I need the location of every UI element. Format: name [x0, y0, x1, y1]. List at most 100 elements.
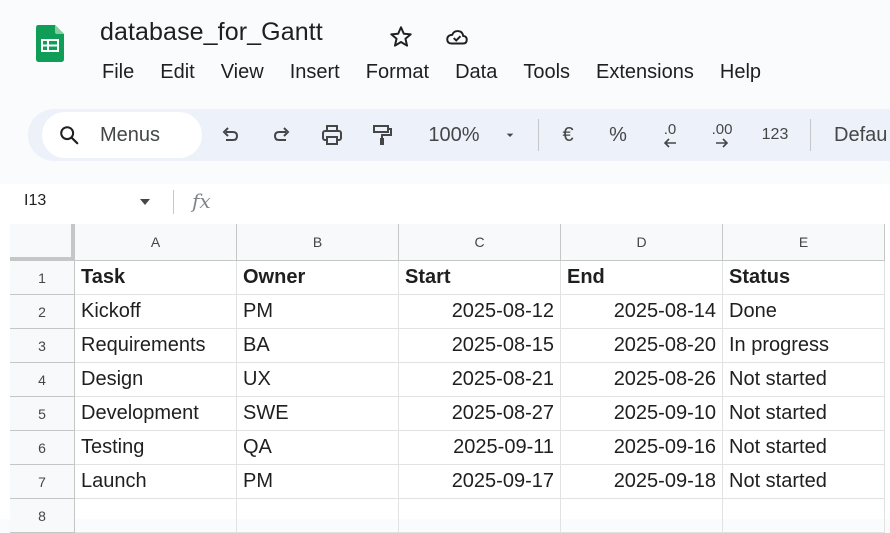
- cell-b8[interactable]: [237, 499, 399, 533]
- cell-e7[interactable]: Not started: [723, 465, 885, 499]
- undo-icon: [222, 127, 239, 141]
- toolbar-divider: [810, 119, 811, 151]
- cell-e3[interactable]: In progress: [723, 329, 885, 363]
- cell-c4[interactable]: 2025-08-21: [399, 363, 561, 397]
- increase-decimal-button[interactable]: .00: [704, 121, 740, 149]
- menu-help[interactable]: Help: [706, 56, 773, 88]
- font-family-select[interactable]: Defau: [834, 121, 890, 149]
- font-family-value: Defau: [834, 123, 888, 146]
- cell-c1[interactable]: Start: [399, 261, 561, 295]
- cell-a8[interactable]: [75, 499, 237, 533]
- cell-a3[interactable]: Requirements: [75, 329, 237, 363]
- cell-a2[interactable]: Kickoff: [75, 295, 237, 329]
- row-header-1[interactable]: 1: [10, 261, 75, 295]
- cell-c8[interactable]: [399, 499, 561, 533]
- cell-e2[interactable]: Done: [723, 295, 885, 329]
- row-header-8[interactable]: 8: [10, 499, 75, 533]
- menu-edit[interactable]: Edit: [146, 56, 206, 88]
- increase-decimal-label: .00: [711, 121, 733, 138]
- row-header-6[interactable]: 6: [10, 431, 75, 465]
- menu-data[interactable]: Data: [441, 56, 509, 88]
- row-header-2[interactable]: 2: [10, 295, 75, 329]
- print-button[interactable]: [318, 121, 346, 149]
- column-header-a[interactable]: A: [75, 224, 237, 261]
- toolbar-divider: [538, 119, 539, 151]
- menu-file[interactable]: File: [88, 56, 146, 88]
- cell-b7[interactable]: PM: [237, 465, 399, 499]
- cell-b3[interactable]: BA: [237, 329, 399, 363]
- name-box[interactable]: I13: [24, 192, 46, 210]
- cell-c6[interactable]: 2025-09-11: [399, 431, 561, 465]
- column-header-c[interactable]: C: [399, 224, 561, 261]
- cell-e4[interactable]: Not started: [723, 363, 885, 397]
- print-icon: [322, 125, 342, 145]
- currency-format-button[interactable]: €: [556, 121, 580, 149]
- column-header-e[interactable]: E: [723, 224, 885, 261]
- cell-a1[interactable]: Task: [75, 261, 237, 295]
- menu-view[interactable]: View: [207, 56, 276, 88]
- column-header-d[interactable]: D: [561, 224, 723, 261]
- search-menus-label: Menus: [100, 124, 161, 146]
- decrease-decimal-label: .0: [663, 121, 677, 138]
- number-format-button[interactable]: 123: [758, 121, 792, 149]
- cell-a7[interactable]: Launch: [75, 465, 237, 499]
- cell-e1[interactable]: Status: [723, 261, 885, 295]
- redo-button[interactable]: [268, 121, 296, 149]
- zoom-select[interactable]: 100%: [422, 121, 486, 149]
- cell-d3[interactable]: 2025-08-20: [561, 329, 723, 363]
- cell-c7[interactable]: 2025-09-17: [399, 465, 561, 499]
- percent-symbol: %: [609, 123, 627, 146]
- cell-e8[interactable]: [723, 499, 885, 533]
- name-box-caret-icon[interactable]: [140, 199, 150, 205]
- star-icon[interactable]: [388, 24, 414, 50]
- cell-a4[interactable]: Design: [75, 363, 237, 397]
- cell-a5[interactable]: Development: [75, 397, 237, 431]
- formula-bar: I13 fx: [0, 184, 890, 222]
- zoom-dropdown-button[interactable]: [502, 121, 518, 149]
- toolbar: Menus 100% € % .0 .00 123 Defau: [28, 109, 890, 161]
- undo-button[interactable]: [216, 121, 244, 149]
- row-header-7[interactable]: 7: [10, 465, 75, 499]
- sheets-logo-icon[interactable]: [36, 25, 64, 78]
- document-title[interactable]: database_for_Gantt: [100, 18, 323, 47]
- row-header-4[interactable]: 4: [10, 363, 75, 397]
- search-menus-button[interactable]: Menus: [42, 112, 202, 158]
- fx-icon: fx: [192, 189, 211, 213]
- cell-b5[interactable]: SWE: [237, 397, 399, 431]
- cell-c5[interactable]: 2025-08-27: [399, 397, 561, 431]
- menu-tools[interactable]: Tools: [509, 56, 582, 88]
- menu-insert[interactable]: Insert: [276, 56, 352, 88]
- cell-e5[interactable]: Not started: [723, 397, 885, 431]
- menu-bar: File Edit View Insert Format Data Tools …: [88, 56, 773, 88]
- cell-d2[interactable]: 2025-08-14: [561, 295, 723, 329]
- percent-format-button[interactable]: %: [606, 121, 630, 149]
- cloud-saved-icon[interactable]: [444, 24, 470, 50]
- column-header-b[interactable]: B: [237, 224, 399, 261]
- cell-d8[interactable]: [561, 499, 723, 533]
- decrease-decimal-button[interactable]: .0: [654, 121, 686, 149]
- caret-down-icon: [506, 133, 514, 137]
- cell-b1[interactable]: Owner: [237, 261, 399, 295]
- menu-extensions[interactable]: Extensions: [582, 56, 706, 88]
- menu-format[interactable]: Format: [352, 56, 441, 88]
- paint-format-button[interactable]: [368, 121, 396, 149]
- cell-d1[interactable]: End: [561, 261, 723, 295]
- cell-e6[interactable]: Not started: [723, 431, 885, 465]
- arrow-right-icon: [716, 138, 729, 148]
- select-all-corner[interactable]: [10, 224, 75, 261]
- cell-c3[interactable]: 2025-08-15: [399, 329, 561, 363]
- row-header-3[interactable]: 3: [10, 329, 75, 363]
- cell-c2[interactable]: 2025-08-12: [399, 295, 561, 329]
- formula-bar-divider: [173, 190, 174, 214]
- paint-format-icon: [373, 125, 392, 145]
- row-header-5[interactable]: 5: [10, 397, 75, 431]
- cell-b4[interactable]: UX: [237, 363, 399, 397]
- cell-d4[interactable]: 2025-08-26: [561, 363, 723, 397]
- cell-b2[interactable]: PM: [237, 295, 399, 329]
- cell-d7[interactable]: 2025-09-18: [561, 465, 723, 499]
- cell-b6[interactable]: QA: [237, 431, 399, 465]
- cell-a6[interactable]: Testing: [75, 431, 237, 465]
- search-icon: [60, 126, 79, 145]
- cell-d6[interactable]: 2025-09-16: [561, 431, 723, 465]
- cell-d5[interactable]: 2025-09-10: [561, 397, 723, 431]
